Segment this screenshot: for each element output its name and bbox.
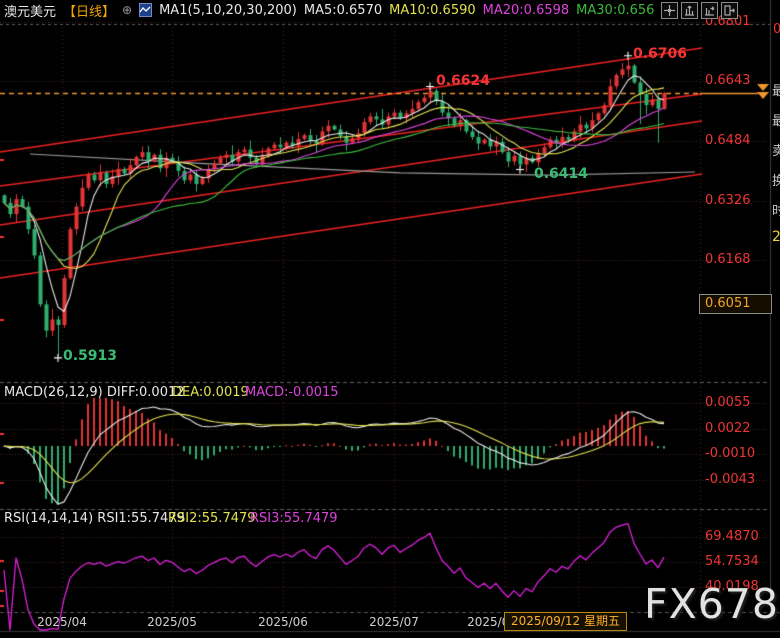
ma10-value: MA10:0.6590 [389, 3, 476, 18]
clipped-right-fragment: 0 [773, 22, 780, 37]
trading-chart-window: 澳元美元 【日线】 ⊕ MA1(5,10,20,30,200) MA5:0.65… [0, 0, 780, 638]
ma30-value: MA30:0.656 [576, 3, 654, 18]
crosshair-date-box: 2025/09/12 星期五 [504, 612, 627, 631]
timeframe-selector[interactable]: 【日线】 [63, 1, 115, 20]
add-circle-icon[interactable]: ⊕ [122, 4, 132, 16]
crosshair-icon[interactable] [661, 2, 678, 19]
ma20-value: MA20:0.6598 [483, 3, 570, 18]
pan-right-icon[interactable] [721, 2, 738, 19]
ma-settings-label: MA1(5,10,20,30,200) [159, 3, 297, 18]
zoom-out-icon[interactable] [701, 2, 718, 19]
lowest-price-box: 0.6051 [699, 294, 772, 314]
candlestick-chart-canvas[interactable] [0, 0, 780, 638]
chart-header-bar: 澳元美元 【日线】 ⊕ MA1(5,10,20,30,200) MA5:0.65… [0, 0, 780, 20]
fx678-watermark: FX678 [644, 580, 779, 628]
chart-toolbar [661, 2, 738, 19]
symbol-title: 澳元美元 [4, 1, 56, 20]
indicator-chart-icon[interactable] [139, 3, 152, 17]
ma5-value: MA5:0.6570 [304, 3, 382, 18]
zoom-in-icon[interactable] [681, 2, 698, 19]
